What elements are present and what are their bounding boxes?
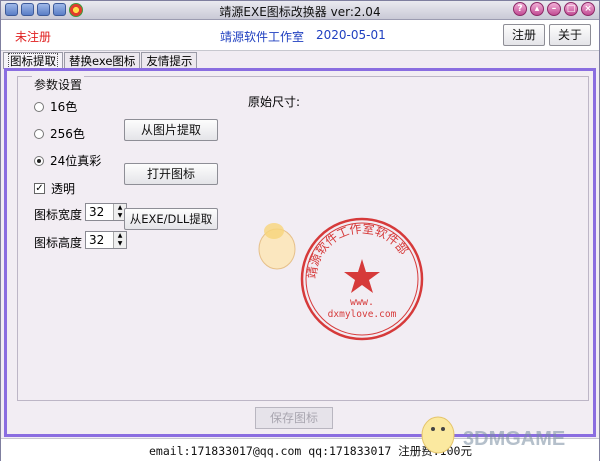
about-button[interactable]: 关于 xyxy=(549,24,591,46)
minimize-icon[interactable]: – xyxy=(547,2,561,16)
transparent-checkbox[interactable]: ✓ 透明 xyxy=(34,180,75,197)
icon-height-spinner[interactable]: 32 ▲ ▼ xyxy=(85,231,127,249)
stamp-star-icon xyxy=(344,259,380,293)
checkbox-label: 透明 xyxy=(51,182,76,196)
cartoon-mascot-icon xyxy=(421,416,455,454)
title-bar: 靖源EXE图标改换器 ver:2.04 ? ▴ – □ × xyxy=(1,1,599,20)
icon-height-label: 图标高度 xyxy=(34,236,83,250)
tab-content-pane: 参数设置 16色 256色 24位真彩 ✓ 透明 图标宽度 32 ▲ ▼ 图标高… xyxy=(4,68,596,437)
help-button-icon[interactable]: ? xyxy=(513,2,527,16)
icon-width-label: 图标宽度 xyxy=(34,208,83,222)
radio-button[interactable] xyxy=(34,101,44,112)
studio-name: 靖源软件工作室 xyxy=(220,30,305,44)
radio-button[interactable] xyxy=(34,128,44,139)
tab-replace-exe-icon[interactable]: 替换exe图标 xyxy=(64,52,141,69)
maximize-icon[interactable]: □ xyxy=(564,2,578,16)
icon-width-spinner[interactable]: 32 ▲ ▼ xyxy=(85,203,127,221)
cartoon-mascot-icon xyxy=(258,223,296,270)
window-title: 靖源EXE图标改换器 ver:2.04 xyxy=(219,5,381,19)
register-button[interactable]: 注册 xyxy=(503,24,545,46)
registration-status: 未注册 xyxy=(15,30,52,44)
title-bar-right-controls: ? ▴ – □ × xyxy=(513,2,595,16)
icon-height-value: 32 xyxy=(89,233,105,247)
header-bar: 未注册 靖源软件工作室 2020-05-01 注册 关于 xyxy=(1,20,599,51)
tab-label: 图标提取 xyxy=(8,53,58,69)
watermark: 3DMGAME xyxy=(463,428,566,450)
radio-256-color[interactable]: 256色 xyxy=(34,125,85,142)
stamp-line1: www. xyxy=(350,297,374,308)
spinner-arrows-icon[interactable]: ▲ ▼ xyxy=(113,232,126,248)
rollup-button-icon[interactable]: ▴ xyxy=(530,2,544,16)
radio-button-selected[interactable] xyxy=(34,155,44,166)
seal-stamp-icon: 靖源软件工作室软件部 www. dxmylove.com xyxy=(300,217,424,341)
checkbox-checked-icon[interactable]: ✓ xyxy=(34,183,45,194)
release-date: 2020-05-01 xyxy=(316,28,386,42)
close-icon[interactable]: × xyxy=(581,2,595,16)
original-size-label: 原始尺寸: xyxy=(248,95,301,109)
extract-from-image-button[interactable]: 从图片提取 xyxy=(124,119,218,141)
radio-label: 256色 xyxy=(50,127,85,141)
params-group: 参数设置 16色 256色 24位真彩 ✓ 透明 图标宽度 32 ▲ ▼ 图标高… xyxy=(17,76,589,401)
radio-24bit-color[interactable]: 24位真彩 xyxy=(34,152,101,169)
open-icon-button[interactable]: 打开图标 xyxy=(124,163,218,185)
tab-friendly-tips[interactable]: 友情提示 xyxy=(141,52,198,69)
radio-label: 24位真彩 xyxy=(50,154,102,168)
radio-16-color[interactable]: 16色 xyxy=(34,98,77,115)
save-icon-button[interactable]: 保存图标 xyxy=(255,407,333,429)
tab-strip: 图标提取 替换exe图标 友情提示 xyxy=(3,52,198,69)
app-window: 靖源EXE图标改换器 ver:2.04 ? ▴ – □ × 未注册 靖源软件工作… xyxy=(0,0,600,461)
radio-label: 16色 xyxy=(50,100,78,114)
stamp-line2: dxmylove.com xyxy=(328,309,397,320)
extract-from-exe-dll-button[interactable]: 从EXE/DLL提取 xyxy=(124,208,218,230)
tab-icon-extract[interactable]: 图标提取 xyxy=(3,52,63,69)
icon-width-value: 32 xyxy=(89,205,105,219)
params-group-title: 参数设置 xyxy=(32,76,85,93)
